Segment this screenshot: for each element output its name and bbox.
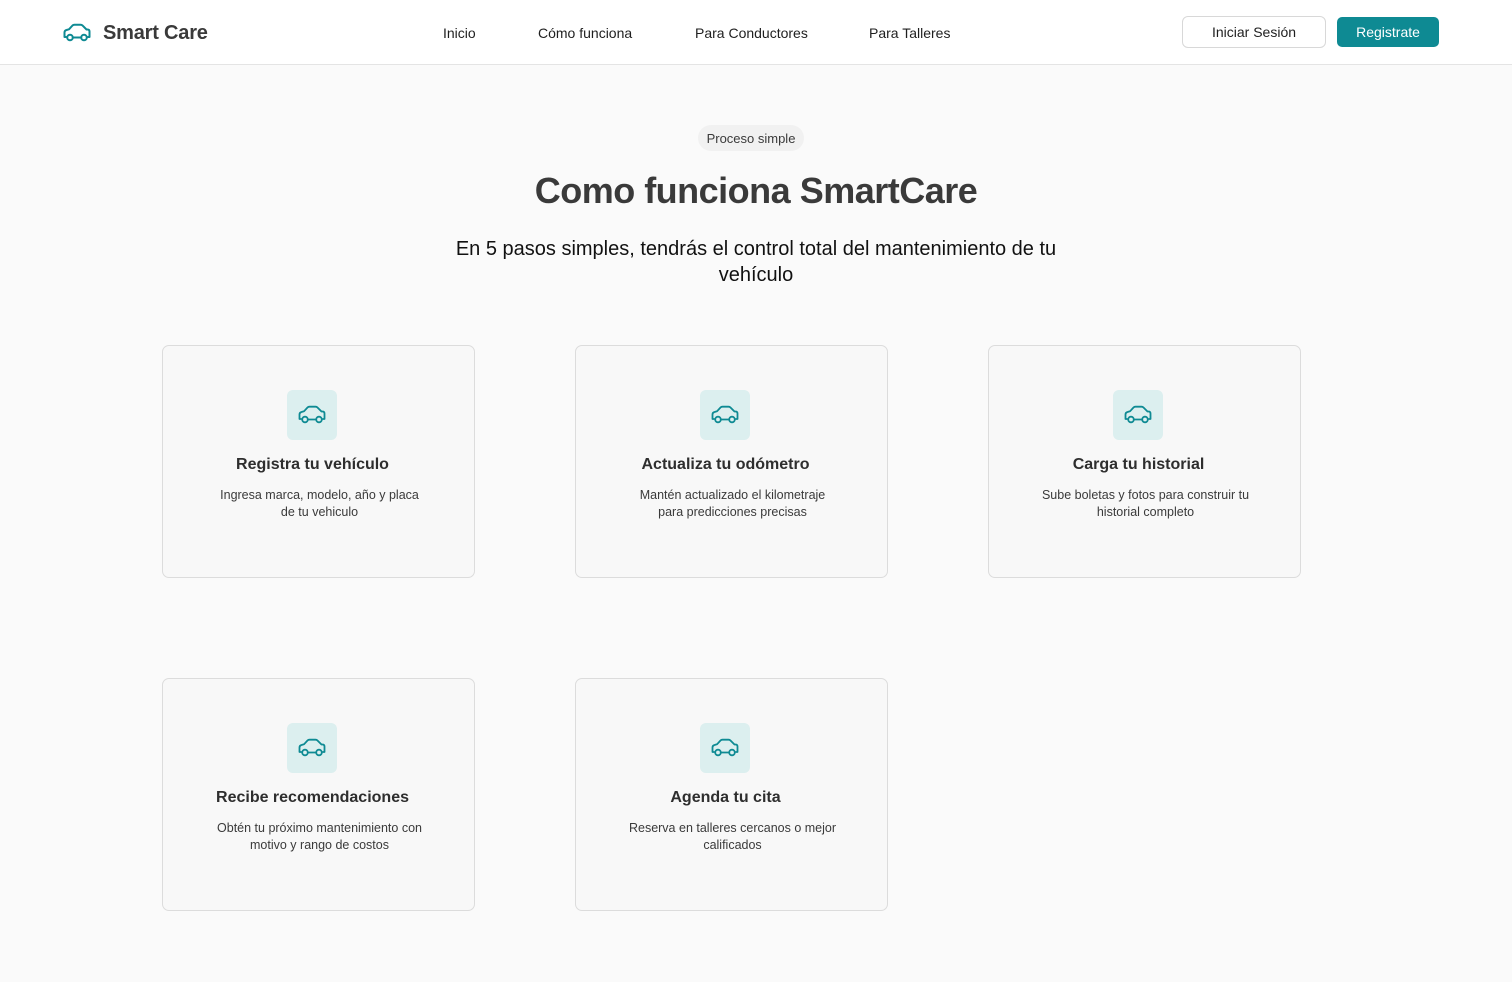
process-badge: Proceso simple: [698, 125, 804, 151]
car-icon: [711, 738, 739, 757]
step-icon-box: [287, 390, 337, 440]
step-description: Mantén actualizado el kilometraje para p…: [639, 488, 826, 519]
step-icon-box: [700, 723, 750, 773]
car-icon: [298, 738, 326, 757]
car-icon: [1124, 405, 1152, 424]
nav-item-inicio[interactable]: Inicio: [443, 22, 476, 44]
top-nav-bar: Smart Care Inicio Cómo funciona Para Con…: [0, 0, 1512, 65]
page-title: Como funciona SmartCare: [534, 170, 978, 211]
step-card-2: Actualiza tu odómetro Mantén actualizado…: [575, 345, 888, 578]
step-description: Reserva en talleres cercanos o mejor cal…: [628, 821, 837, 852]
step-card-3: Carga tu historial Sube boletas y fotos …: [988, 345, 1301, 578]
step-card-1: Registra tu vehículo Ingresa marca, mode…: [162, 345, 475, 578]
nav-item-como-funciona[interactable]: Cómo funciona: [538, 22, 632, 44]
nav-item-para-talleres[interactable]: Para Talleres: [869, 22, 950, 44]
step-icon-box: [1113, 390, 1163, 440]
step-title: Registra tu vehículo: [236, 456, 389, 473]
register-button[interactable]: Registrate: [1337, 17, 1439, 47]
step-description: Sube boletas y fotos para construir tu h…: [1041, 488, 1250, 519]
step-title: Recibe recomendaciones: [216, 789, 409, 806]
car-icon: [298, 405, 326, 424]
step-icon-box: [700, 390, 750, 440]
nav-item-para-conductores[interactable]: Para Conductores: [695, 22, 808, 44]
step-title: Actualiza tu odómetro: [641, 456, 810, 473]
step-description: Ingresa marca, modelo, año y placa de tu…: [220, 488, 419, 519]
car-icon: [711, 405, 739, 424]
step-card-4: Recibe recomendaciones Obtén tu próximo …: [162, 678, 475, 911]
step-title: Carga tu historial: [1072, 456, 1205, 473]
login-button[interactable]: Iniciar Sesión: [1182, 16, 1326, 48]
step-card-5: Agenda tu cita Reserva en talleres cerca…: [575, 678, 888, 911]
page-subtitle: En 5 pasos simples, tendrás el control t…: [455, 238, 1057, 286]
step-title: Agenda tu cita: [670, 789, 781, 806]
step-icon-box: [287, 723, 337, 773]
step-description: Obtén tu próximo mantenimiento con motiv…: [217, 821, 422, 852]
